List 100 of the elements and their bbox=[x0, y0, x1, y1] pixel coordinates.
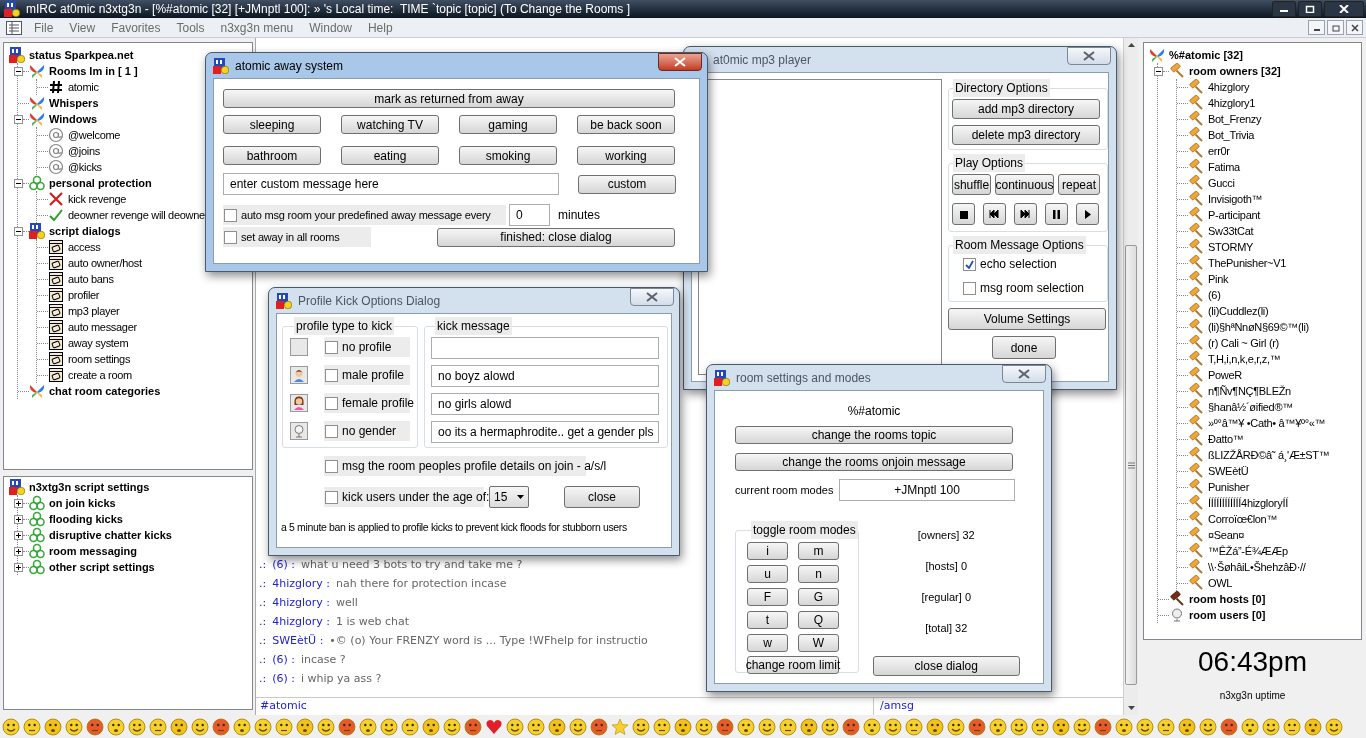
smiley-icon[interactable] bbox=[1178, 717, 1196, 736]
tree-item[interactable]: n3xtg3n script settings bbox=[29, 478, 150, 496]
collapse-icon[interactable] bbox=[14, 66, 23, 76]
media-button[interactable] bbox=[983, 203, 1006, 225]
tree-item[interactable]: on join kicks bbox=[49, 494, 116, 512]
smiley-icon[interactable] bbox=[653, 717, 671, 736]
expand-icon[interactable] bbox=[14, 514, 23, 524]
smiley-icon[interactable] bbox=[422, 717, 440, 736]
media-button[interactable] bbox=[952, 203, 975, 225]
smiley-icon[interactable] bbox=[506, 717, 524, 736]
tree-item[interactable]: Sw33tCat bbox=[1208, 222, 1254, 240]
tree-item[interactable]: Windows bbox=[49, 110, 98, 128]
smiley-icon[interactable] bbox=[1073, 717, 1091, 736]
smiley-icon[interactable] bbox=[1283, 717, 1301, 736]
tree-item[interactable]: atomic bbox=[68, 78, 99, 96]
button[interactable]: bathroom bbox=[223, 146, 321, 165]
tree-item[interactable]: \\·ŠøhâiL•ŠhehzâÐ·// bbox=[1208, 558, 1306, 576]
tree-item[interactable]: (li)Cuddlez(li) bbox=[1208, 302, 1269, 320]
menu-item[interactable]: Window bbox=[301, 18, 360, 37]
message-field[interactable]: no boyz alowd bbox=[431, 365, 659, 387]
smiley-icon[interactable] bbox=[737, 717, 755, 736]
tree-item[interactable]: ¤Sean¤ bbox=[1208, 526, 1245, 544]
smiley-icon[interactable] bbox=[800, 717, 818, 736]
tree-item[interactable]: room users [0] bbox=[1189, 606, 1266, 624]
tree-item[interactable]: Gucci bbox=[1208, 174, 1235, 192]
tree-item[interactable]: away system bbox=[68, 334, 129, 352]
tree-item[interactable]: create a room bbox=[68, 366, 132, 384]
tree-item[interactable]: §hanâ½´øified®™ bbox=[1208, 398, 1293, 416]
smiley-icon[interactable] bbox=[338, 717, 356, 736]
expand-icon[interactable] bbox=[14, 562, 23, 572]
collapse-icon[interactable] bbox=[14, 226, 23, 236]
smiley-icon[interactable] bbox=[842, 717, 860, 736]
smiley-icon[interactable] bbox=[989, 717, 1007, 736]
button[interactable]: shuffle bbox=[952, 174, 991, 195]
button[interactable]: custom bbox=[578, 174, 676, 194]
tree-item[interactable]: err0r bbox=[1208, 142, 1230, 160]
checkbox[interactable] bbox=[325, 459, 338, 473]
smiley-icon[interactable] bbox=[149, 717, 167, 736]
button[interactable]: m bbox=[798, 542, 839, 560]
modes-field[interactable]: +JMnptl 100 bbox=[839, 479, 1015, 501]
tree-item[interactable]: ÍÍÍÍÍÍÍÍÍÍÍÍ4hizgloryÍÍ bbox=[1208, 494, 1288, 512]
tree-item[interactable]: 4hizglory1 bbox=[1208, 94, 1256, 112]
media-button[interactable] bbox=[1045, 203, 1068, 225]
restore-button[interactable] bbox=[1298, 1, 1322, 17]
smiley-icon[interactable] bbox=[716, 717, 734, 736]
smiley-icon[interactable] bbox=[317, 717, 335, 736]
smiley-icon[interactable] bbox=[23, 717, 41, 736]
smiley-icon[interactable] bbox=[527, 717, 545, 736]
smiley-icon[interactable] bbox=[1199, 717, 1217, 736]
smiley-icon[interactable] bbox=[758, 717, 776, 736]
tree-item[interactable]: auto owner/host bbox=[68, 254, 142, 272]
tree-item[interactable]: @welcome bbox=[68, 126, 121, 144]
smiley-icon[interactable] bbox=[905, 717, 923, 736]
tree-item[interactable]: T,H,i,n,k,e,r,z,™ bbox=[1208, 350, 1281, 368]
button[interactable]: i bbox=[747, 542, 788, 560]
heart-icon[interactable] bbox=[485, 717, 503, 736]
input-field[interactable]: #atomic bbox=[256, 698, 874, 715]
collapse-icon[interactable] bbox=[14, 114, 23, 124]
smiley-icon[interactable] bbox=[926, 717, 944, 736]
tree-item[interactable]: room settings bbox=[68, 350, 131, 368]
button[interactable]: change the rooms topic bbox=[735, 426, 1013, 444]
smiley-icon[interactable] bbox=[569, 717, 587, 736]
checkbox[interactable] bbox=[963, 257, 976, 271]
smiley-icon[interactable] bbox=[44, 717, 62, 736]
checkbox[interactable] bbox=[963, 281, 976, 295]
smiley-icon[interactable] bbox=[233, 717, 251, 736]
message-field[interactable]: enter custom message here bbox=[223, 173, 559, 195]
tree-item[interactable]: other script settings bbox=[49, 558, 155, 576]
close-button[interactable] bbox=[1346, 20, 1363, 35]
smiley-icon[interactable] bbox=[1220, 717, 1238, 736]
star-icon[interactable] bbox=[611, 717, 629, 736]
checkbox[interactable] bbox=[224, 230, 237, 244]
tree-item[interactable]: Bot_Frenzy bbox=[1208, 110, 1262, 128]
close-button[interactable] bbox=[658, 53, 702, 71]
tree-item[interactable]: script dialogs bbox=[49, 222, 121, 240]
smiley-icon[interactable] bbox=[968, 717, 986, 736]
button[interactable]: mark as returned from away bbox=[223, 89, 675, 108]
tree-item[interactable]: STORMY bbox=[1208, 238, 1254, 256]
smiley-icon[interactable] bbox=[590, 717, 608, 736]
tree-item[interactable]: ßLIZŽÅRÐ©â˜ á¸'Æ±ST™ bbox=[1208, 446, 1330, 464]
button[interactable]: Volume Settings bbox=[948, 308, 1106, 330]
button[interactable]: smoking bbox=[459, 146, 557, 165]
menu-item[interactable]: Help bbox=[359, 18, 401, 37]
smiley-icon[interactable] bbox=[275, 717, 293, 736]
tree-item[interactable]: @kicks bbox=[68, 158, 102, 176]
button[interactable]: n bbox=[798, 565, 839, 583]
tree-item[interactable]: room messaging bbox=[49, 542, 138, 560]
smiley-icon[interactable] bbox=[65, 717, 83, 736]
tree-item[interactable]: chat room categories bbox=[49, 382, 161, 400]
smiley-icon[interactable] bbox=[1010, 717, 1028, 736]
expand-icon[interactable] bbox=[14, 546, 23, 556]
media-button[interactable] bbox=[1076, 203, 1099, 225]
button[interactable]: W bbox=[798, 634, 839, 652]
menu-item[interactable]: View bbox=[61, 18, 104, 37]
scroll-thumb[interactable] bbox=[1125, 245, 1137, 685]
tree-item[interactable]: Punisher bbox=[1208, 478, 1249, 496]
smiley-icon[interactable] bbox=[128, 717, 146, 736]
tree-item[interactable]: ™ÊŽá”-É¾ÆÆp bbox=[1208, 542, 1288, 560]
tree-item[interactable]: SWEètÜ bbox=[1208, 462, 1249, 480]
tree-item[interactable]: Rooms Im in [ 1 ] bbox=[49, 62, 138, 80]
